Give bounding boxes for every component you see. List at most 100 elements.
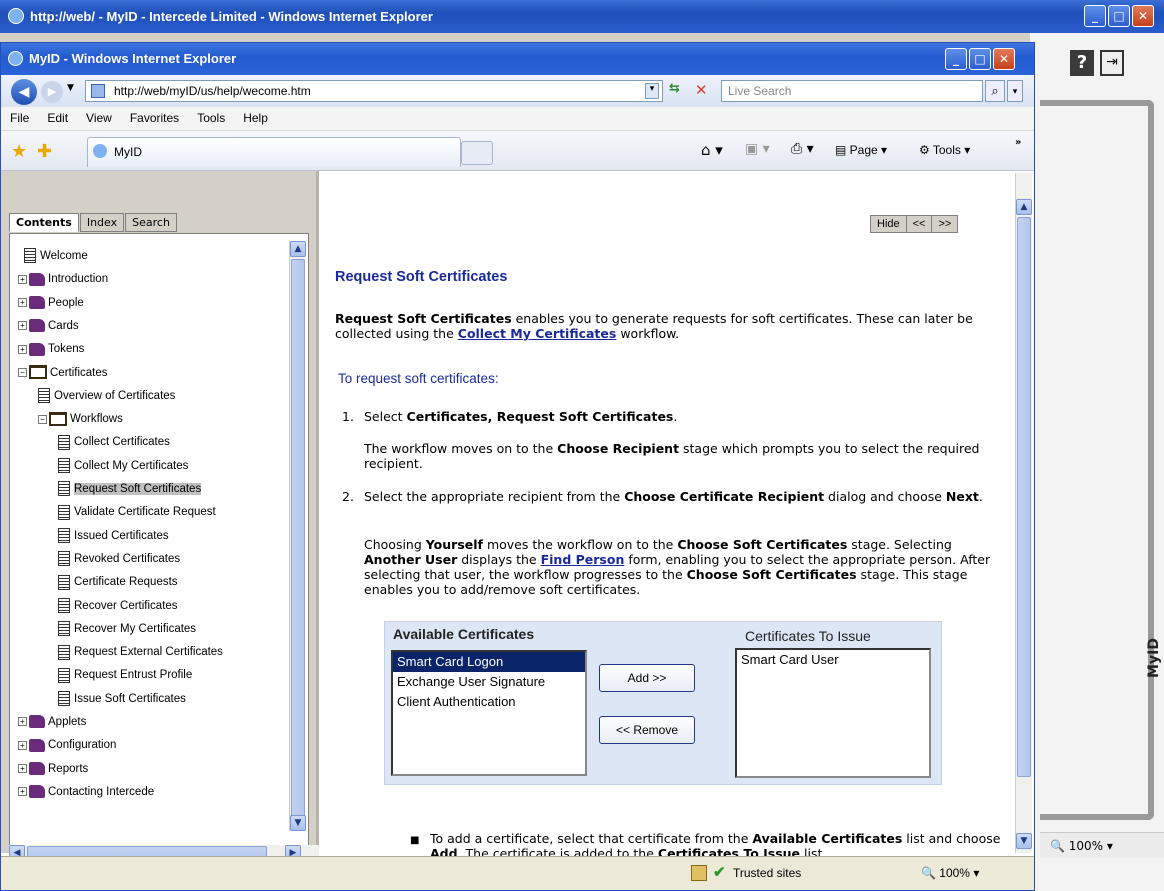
home-icon[interactable]: ⌂ ▾ <box>701 141 723 159</box>
expand-icon[interactable]: + <box>18 717 27 727</box>
tree-item[interactable]: Collect My Certificates <box>58 456 188 476</box>
bg-maximize-button[interactable]: □ <box>1108 5 1130 27</box>
stop-icon[interactable]: ✕ <box>695 81 715 101</box>
list-item[interactable]: Client Authentication <box>393 692 585 712</box>
zoom-control[interactable]: 🔍 100% ▾ <box>921 866 979 880</box>
tree-item[interactable]: − Workflows <box>38 409 123 429</box>
tree-item[interactable]: Issue Soft Certificates <box>58 689 186 709</box>
tree-item[interactable]: + People <box>18 293 84 313</box>
tree-scroll-up-icon[interactable]: ▲ <box>290 241 306 257</box>
tree-item[interactable]: Revoked Certificates <box>58 549 180 569</box>
search-input[interactable]: Live Search <box>721 80 983 102</box>
tree-item[interactable]: + Tokens <box>18 339 84 359</box>
expand-icon[interactable]: + <box>18 298 27 308</box>
tree-item[interactable]: − Certificates <box>18 363 108 383</box>
tree-vertical-scrollbar[interactable]: ▲ ▼ <box>289 241 306 831</box>
refresh-icon[interactable]: ⇆ <box>669 81 691 101</box>
collapse-icon[interactable]: − <box>18 367 27 377</box>
book-icon <box>29 762 45 776</box>
hide-button[interactable]: Hide <box>871 216 907 232</box>
bg-close-button[interactable]: ✕ <box>1132 5 1154 27</box>
tree-item[interactable]: Overview of Certificates <box>38 386 175 406</box>
menu-file[interactable]: File <box>1 107 38 125</box>
search-options-icon[interactable]: ▾ <box>1007 80 1023 102</box>
tree-item[interactable]: Certificate Requests <box>58 572 178 592</box>
menu-view[interactable]: View <box>77 107 121 125</box>
toolbar-overflow-icon[interactable]: » <box>1015 137 1021 148</box>
tree-item[interactable]: Welcome <box>24 246 88 266</box>
forward-topic-button[interactable]: >> <box>932 216 957 232</box>
page-menu-button[interactable]: ▤ Page ▾ <box>835 143 887 157</box>
list-item[interactable]: Smart Card User <box>737 650 929 670</box>
maximize-button[interactable]: □ <box>969 48 991 70</box>
tree-item[interactable]: + Introduction <box>18 269 108 289</box>
tab-search[interactable]: Search <box>125 213 177 232</box>
tree-item[interactable]: Request Entrust Profile <box>58 665 192 685</box>
bg-zoom-control[interactable]: 🔍 100% ▾ <box>1040 832 1164 858</box>
forward-icon[interactable]: ▶ <box>41 81 63 103</box>
minimize-button[interactable]: _ <box>945 48 967 70</box>
tab-contents[interactable]: Contents <box>9 213 79 232</box>
tree-item[interactable]: + Configuration <box>18 735 116 755</box>
list-item[interactable]: Smart Card Logon <box>393 652 585 672</box>
add-favorites-icon[interactable]: ✚ <box>37 141 52 162</box>
tree-item[interactable]: Validate Certificate Request <box>58 502 216 522</box>
tree-item-label: Collect My Certificates <box>74 459 189 472</box>
add-button[interactable]: Add >> <box>599 664 695 692</box>
tree-scroll-down-icon[interactable]: ▼ <box>290 815 306 831</box>
expand-icon[interactable]: + <box>18 764 27 774</box>
tree-item[interactable]: Request External Certificates <box>58 642 223 662</box>
tree-item[interactable]: + Contacting Intercede <box>18 782 154 802</box>
step1-note-pre: The workflow moves on to the <box>364 441 558 456</box>
content-vertical-scrollbar[interactable]: ▲ ▼ <box>1015 173 1032 853</box>
browser-tab[interactable]: MyID <box>87 137 461 167</box>
close-button[interactable]: ✕ <box>993 48 1015 70</box>
certificates-to-issue-list[interactable]: Smart Card User <box>735 648 931 778</box>
p3-g: displays the <box>457 552 541 567</box>
tree-item[interactable]: Request Soft Certificates <box>58 479 202 499</box>
tree-item[interactable]: Issued Certificates <box>58 526 169 546</box>
expand-icon[interactable]: + <box>18 274 27 284</box>
content-scroll-up-icon[interactable]: ▲ <box>1016 199 1032 215</box>
content-scroll-thumb[interactable] <box>1017 217 1031 777</box>
tree-item[interactable]: + Reports <box>18 759 88 779</box>
help-icon[interactable]: ? <box>1070 50 1094 76</box>
remove-button[interactable]: << Remove <box>599 716 695 744</box>
expand-icon[interactable]: + <box>18 787 27 797</box>
new-tab-button[interactable] <box>461 141 493 165</box>
history-dropdown-icon[interactable]: ▼ <box>67 83 74 93</box>
back-icon[interactable]: ◀ <box>11 79 37 105</box>
expand-icon[interactable]: + <box>18 740 27 750</box>
address-dropdown-icon[interactable]: ▾ <box>645 83 659 99</box>
find-person-link[interactable]: Find Person <box>541 552 625 567</box>
collect-my-certificates-link[interactable]: Collect My Certificates <box>458 326 617 341</box>
favorites-star-icon[interactable]: ★ <box>11 141 27 162</box>
search-icon[interactable]: ⌕ <box>985 80 1005 102</box>
print-icon[interactable]: ⎙ ▾ <box>791 141 814 157</box>
available-certificates-list[interactable]: Smart Card Logon Exchange User Signature… <box>391 650 587 776</box>
tree-item[interactable]: Recover Certificates <box>58 596 178 616</box>
expand-icon[interactable]: + <box>18 321 27 331</box>
tree-item[interactable]: Collect Certificates <box>58 432 170 452</box>
tree-item[interactable]: Recover My Certificates <box>58 619 196 639</box>
collapse-icon[interactable]: − <box>38 414 47 424</box>
menu-help[interactable]: Help <box>234 107 277 125</box>
menu-tools[interactable]: Tools <box>188 107 234 125</box>
address-input[interactable]: http://web/myID/us/help/wecome.htm <box>85 80 663 102</box>
exit-icon[interactable]: ⇥ <box>1100 50 1124 76</box>
tools-menu-button[interactable]: ⚙ Tools ▾ <box>919 143 970 157</box>
bg-minimize-button[interactable]: _ <box>1084 5 1106 27</box>
tree-item[interactable]: + Applets <box>18 712 86 732</box>
menu-favorites[interactable]: Favorites <box>121 107 188 125</box>
bullet-b: Available Certificates <box>752 831 903 846</box>
tree-item[interactable]: + Cards <box>18 316 79 336</box>
expand-icon[interactable]: + <box>18 344 27 354</box>
back-topic-button[interactable]: << <box>907 216 933 232</box>
menu-edit[interactable]: Edit <box>38 107 77 125</box>
content-scroll-down-icon[interactable]: ▼ <box>1016 833 1032 849</box>
list-item[interactable]: Exchange User Signature <box>393 672 585 692</box>
feeds-icon[interactable]: ▣ ▾ <box>745 141 770 157</box>
tree-scroll-thumb[interactable] <box>291 259 305 819</box>
tree-item-label: Recover Certificates <box>74 599 178 612</box>
tab-index[interactable]: Index <box>79 213 125 232</box>
